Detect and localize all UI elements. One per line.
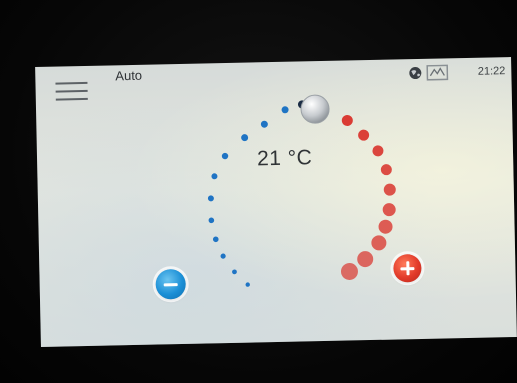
dial-dot-cold <box>208 217 215 224</box>
dial-dot-cold <box>281 106 289 114</box>
dial-dot-cold <box>232 269 237 275</box>
plus-icon-vertical <box>405 261 410 276</box>
dial-dot-warm <box>371 235 387 251</box>
dial-knob[interactable] <box>300 94 330 124</box>
dial-dot-cold <box>260 120 268 128</box>
dial-dot-cold <box>241 134 249 142</box>
dial-dot-warm <box>358 129 370 141</box>
dial-dot-warm <box>378 219 393 234</box>
device-bezel: Auto 21:22 21 °C <box>0 0 517 383</box>
dial-dot-warm <box>341 114 353 126</box>
dial-dot-warm <box>380 164 392 176</box>
dial-dot-cold <box>220 253 226 259</box>
temperature-value: 21 °C <box>256 146 313 171</box>
temperature-dial[interactable] <box>35 57 517 347</box>
dial-dot-warm <box>340 262 358 280</box>
thermostat-screen: Auto 21:22 21 °C <box>35 57 517 347</box>
dial-dot-warm <box>357 251 374 268</box>
dial-dot-cold <box>207 195 214 202</box>
dial-dot-cold <box>245 282 250 287</box>
dial-dot-cold <box>221 152 229 160</box>
minus-icon <box>163 282 178 286</box>
dial-dot-warm <box>372 145 384 157</box>
dial-dot-cold <box>212 236 219 243</box>
dial-dot-cold <box>211 173 218 180</box>
dial-dot-warm <box>383 183 396 196</box>
dial-dot-warm <box>382 203 396 217</box>
